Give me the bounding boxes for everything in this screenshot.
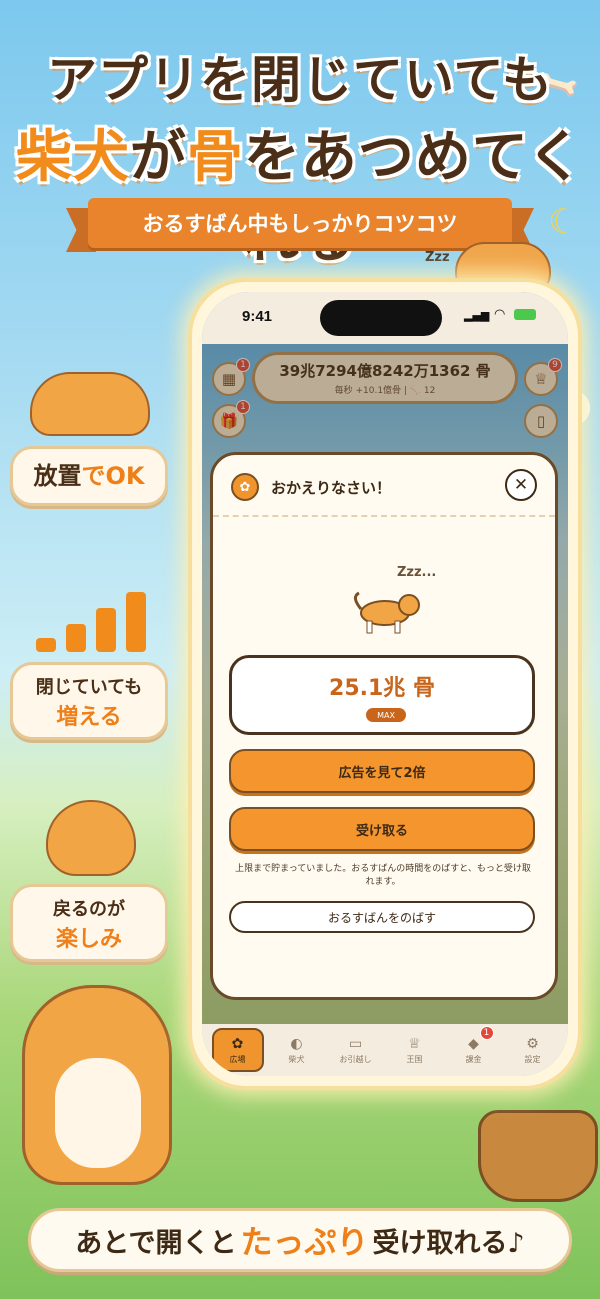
reward-amount-box: 25.1兆 骨 MAX	[229, 655, 535, 735]
dynamic-island	[320, 300, 442, 336]
wifi-icon: ◠	[494, 307, 506, 322]
gem-icon: ◆	[468, 1035, 479, 1052]
sleep-zzz: Zzz...	[397, 565, 437, 580]
reward-amount: 25.1兆 骨	[329, 676, 435, 701]
close-icon: ✕	[513, 475, 529, 495]
close-button[interactable]: ✕	[505, 469, 537, 501]
book-icon: ▭	[348, 1035, 363, 1052]
gear-icon: ⚙	[526, 1035, 539, 1052]
paw-icon: ✿	[231, 1035, 244, 1052]
welcome-back-dialog: ✿ おかえりなさい！ ✕ Zzz... 25.1兆 骨 MAX 広告を見て2倍 …	[210, 452, 558, 1000]
max-badge: MAX	[366, 708, 406, 722]
dialog-title: おかえりなさい！	[271, 479, 392, 497]
status-bar: 9:41 ▂▄▆ ◠	[202, 292, 568, 344]
battery-icon	[514, 309, 536, 320]
bottom-message: あとで開くと たっぷり 受け取れる♪	[28, 1208, 572, 1272]
watch-ad-double-button[interactable]: 広告を見て2倍	[229, 749, 535, 793]
tab-settings[interactable]: ⚙ 設定	[507, 1028, 559, 1072]
signal-icon: ▂▄▆	[464, 309, 490, 322]
tab-purchase[interactable]: ◆ 課金 1	[448, 1026, 500, 1072]
tab-moving[interactable]: ▭ お引越し	[330, 1028, 382, 1072]
extend-away-time-button[interactable]: おるすばんをのばす	[229, 901, 535, 933]
bone-basket-illustration	[478, 1110, 598, 1202]
tab-plaza[interactable]: ✿ 広場	[211, 1028, 264, 1072]
side-card-look-forward: 戻るのが 楽しみ	[10, 884, 168, 962]
phone-mockup: 9:41 ▂▄▆ ◠ 39兆7294億8242万1362 骨 毎秒 +10.1億…	[188, 278, 582, 1090]
headline-line1: アプリを閉じていても	[47, 51, 553, 109]
receive-button[interactable]: 受け取る	[229, 807, 535, 851]
shiba-dog-icon	[354, 591, 420, 634]
dog-icon: ◐	[290, 1035, 303, 1052]
subtitle-ribbon: おるすばん中もしっかりコツコツ	[88, 198, 512, 248]
trophy-icon: ♕	[408, 1035, 421, 1052]
paw-icon: ✿	[231, 473, 259, 501]
purchase-badge: 1	[479, 1026, 494, 1040]
app-screen: 9:41 ▂▄▆ ◠ 39兆7294億8242万1362 骨 毎秒 +10.1億…	[202, 292, 568, 1076]
dialog-note: 上限まで貯まっていました。おるすばんの時間をのばすと、もっと受け取れます。	[235, 864, 531, 887]
side-card-grows: 閉じていても 増える	[10, 662, 168, 740]
bottom-tab-bar: ✿ 広場 ◐ 柴犬 ▭ お引越し ♕ 王国 ◆ 課金 1 ⚙ 設定	[202, 1024, 568, 1076]
dialog-header: ✿ おかえりなさい！ ✕	[213, 455, 555, 517]
status-time: 9:41	[242, 308, 273, 325]
waving-shiba-illustration	[22, 985, 172, 1185]
zzz-text-illustration: Zzz	[425, 250, 450, 265]
tab-kingdom[interactable]: ♕ 王国	[389, 1028, 441, 1072]
side-card-idle: 放置でOK	[10, 446, 168, 506]
sleeping-shiba-card-illustration	[30, 372, 150, 436]
tab-shiba[interactable]: ◐ 柴犬	[271, 1028, 323, 1072]
happy-shiba-card-illustration	[46, 800, 136, 876]
growth-chart-illustration	[36, 590, 146, 652]
